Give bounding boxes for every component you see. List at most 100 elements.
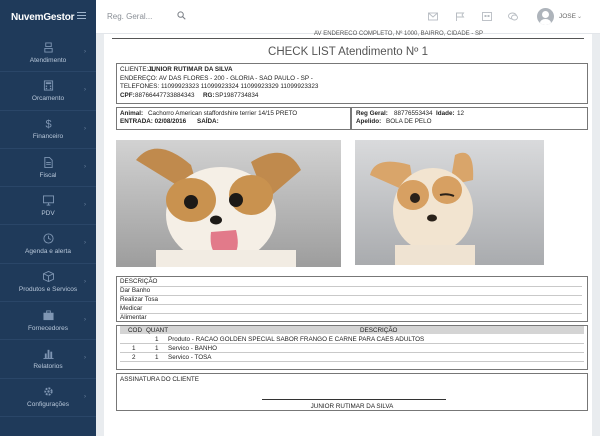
sidebar-item-label: Atendimento — [29, 56, 67, 64]
search-input[interactable]: Reg. Geral... — [107, 12, 152, 21]
sidebar-item-relatorios[interactable]: Relatorios › — [0, 340, 96, 379]
col-header-quant: QUANT — [146, 327, 169, 334]
animal-label: Animal: — [120, 109, 144, 117]
sidebar-item-agenda[interactable]: Agenda e alerta › — [0, 225, 96, 264]
atendimento-icon — [43, 42, 53, 53]
reg-value: 88776553434 — [394, 109, 433, 117]
company-address: AV ENDERECO COMPLETO, Nº 1000, BAIRRO, C… — [314, 31, 484, 37]
search-icon[interactable] — [177, 11, 186, 20]
chat-icon[interactable] — [508, 12, 518, 21]
gear-icon — [43, 387, 53, 396]
chevron-right-icon: › — [84, 355, 86, 362]
row-quant: 1 — [155, 353, 159, 361]
cpf-value: 88766447733884343 — [135, 91, 195, 99]
sidebar-item-configuracoes[interactable]: Configurações › — [0, 379, 96, 417]
checklist-document: AV ENDERECO COMPLETO, Nº 1000, BAIRRO, C… — [104, 31, 592, 436]
sidebar-item-fiscal[interactable]: Fiscal › — [0, 149, 96, 188]
flag-icon[interactable] — [455, 12, 465, 21]
sidebar-item-label: Fiscal — [39, 171, 57, 179]
sidebar: Atendimento › Orcamento › $ Financeiro ›… — [0, 34, 96, 436]
user-name[interactable]: JOSE — [559, 13, 576, 20]
description-line: Dar Banho — [120, 287, 151, 294]
row-quant: 1 — [155, 344, 159, 352]
pet-photo-2[interactable] — [355, 140, 544, 265]
client-name: JUNIOR RUTIMAR DA SILVA — [148, 66, 233, 73]
chevron-down-icon[interactable]: ⌄ — [577, 13, 582, 20]
signature-name: JUNIOR RUTIMAR DA SILVA — [310, 403, 394, 410]
row-quant: 1 — [155, 335, 159, 343]
row-description: Servico - BANHO — [168, 344, 217, 352]
sidebar-item-label: Agenda e alerta — [25, 248, 71, 256]
brand: NuvemGestor — [0, 0, 96, 34]
top-bar: NuvemGestor Reg. Geral... JOSE ⌄ — [0, 0, 600, 34]
chevron-right-icon: › — [84, 317, 86, 324]
chevron-right-icon: › — [84, 278, 86, 285]
row-description: Servico - TOSA — [168, 353, 212, 361]
box-icon — [42, 271, 54, 283]
sidebar-item-label: Relatorios — [33, 363, 63, 371]
clock-icon — [42, 233, 54, 244]
sidebar-item-financeiro[interactable]: $ Financeiro › — [0, 111, 96, 149]
sidebar-item-label: PDV — [41, 209, 55, 217]
signature-line — [262, 399, 446, 400]
divider — [120, 361, 584, 362]
cpf-label: CPF: — [120, 91, 135, 99]
description-line: Realizar Tosa — [120, 296, 159, 303]
row-description: Produto - RACAO GOLDEN SPECIAL SABOR FRA… — [168, 335, 425, 343]
sidebar-item-pdv[interactable]: PDV › — [0, 187, 96, 226]
sidebar-item-atendimento[interactable]: Atendimento › — [0, 34, 96, 73]
document-icon — [43, 156, 53, 168]
pet-photo-1[interactable] — [116, 140, 341, 267]
animal-value: Cachorro American staffordshire terrier … — [148, 109, 298, 117]
dog-image — [136, 148, 301, 267]
client-phones: TELEFONES: 11099923323 11099923324 11099… — [120, 83, 319, 90]
col-header-cod: COD — [128, 327, 142, 334]
sidebar-item-label: Produtos e Servicos — [18, 286, 78, 294]
main-content: AV ENDERECO COMPLETO, Nº 1000, BAIRRO, C… — [96, 31, 600, 436]
chevron-right-icon: › — [84, 393, 86, 400]
rg-value: SP1987734834 — [215, 91, 259, 99]
divider — [120, 312, 582, 314]
sidebar-item-orcamento[interactable]: Orcamento › — [0, 72, 96, 111]
chevron-right-icon: › — [84, 125, 86, 132]
sidebar-item-produtos[interactable]: Produtos e Servicos › — [0, 264, 96, 303]
calendar-icon[interactable] — [482, 12, 492, 21]
sidebar-item-label: Configurações — [27, 401, 69, 409]
chevron-right-icon: › — [84, 87, 86, 94]
row-cod: 2 — [132, 353, 136, 361]
menu-toggle-icon[interactable] — [77, 12, 86, 21]
user-avatar[interactable] — [537, 8, 554, 25]
description-header: DESCRIÇÃO — [120, 278, 158, 285]
client-address: ENDEREÇO: AV DAS FLORES - 200 - GLORIA -… — [120, 74, 313, 82]
rg-label: RG: — [203, 91, 215, 99]
dollar-icon: $ — [45, 119, 51, 129]
monitor-icon — [42, 195, 54, 206]
divider — [112, 38, 584, 39]
table-header — [120, 326, 584, 334]
description-line: Medicar — [120, 305, 143, 312]
svg-text:$: $ — [45, 119, 51, 129]
calculator-icon — [43, 80, 53, 91]
idade-label: Idade: — [436, 109, 455, 117]
bar-chart-icon — [42, 349, 54, 360]
app-logo[interactable]: NuvemGestor — [11, 12, 75, 23]
briefcase-icon — [42, 310, 54, 320]
apelido-value: BOLA DE PELO — [386, 118, 432, 125]
signature-label: ASSINATURA DO CLIENTE — [120, 376, 199, 383]
chevron-right-icon: › — [84, 49, 86, 55]
sidebar-item-label: Orcamento — [31, 94, 65, 102]
divider — [120, 285, 582, 287]
sidebar-item-label: Financeiro — [32, 133, 64, 141]
saida-label: SAÍDA: — [197, 118, 219, 125]
mail-icon[interactable] — [428, 12, 438, 21]
description-box — [116, 276, 588, 322]
divider — [120, 294, 582, 296]
sidebar-item-fornecedores[interactable]: Fornecedores › — [0, 302, 96, 341]
chevron-right-icon: › — [84, 202, 86, 209]
col-header-descricao: DESCRIÇÃO — [360, 327, 398, 334]
dog-image — [370, 152, 475, 265]
chevron-right-icon: › — [84, 163, 86, 170]
description-line: Alimentar — [120, 314, 147, 321]
row-cod: 1 — [132, 344, 136, 352]
page-title: CHECK LIST Atendimento Nº 1 — [268, 46, 428, 58]
